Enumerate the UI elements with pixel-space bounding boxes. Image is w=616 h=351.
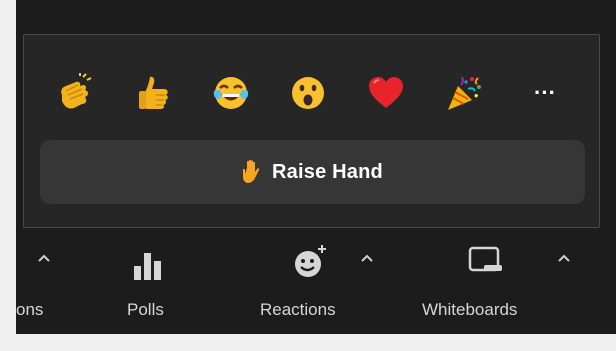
more-reactions-button[interactable]: ··· (519, 67, 571, 119)
polls-label: Polls (127, 300, 164, 319)
thumbs-up-emoji-icon (139, 76, 168, 109)
whiteboards-label: Whiteboards (422, 300, 518, 319)
thumbs-up-reaction-button[interactable] (128, 67, 180, 119)
emoji-reaction-row: ··· (24, 35, 599, 145)
tears-of-joy-reaction-button[interactable] (205, 67, 257, 119)
whiteboards-caret-icon[interactable] (558, 254, 570, 262)
open-mouth-emoji-icon (292, 77, 324, 109)
left-light-edge (0, 0, 16, 351)
tears-of-joy-emoji-icon (213, 77, 249, 109)
raise-hand-label: Raise Hand (272, 160, 383, 183)
meeting-toolbar: ons Polls Reactions Whiteboards (16, 232, 616, 334)
party-popper-reaction-button[interactable] (438, 67, 490, 119)
more-icon: ··· (534, 80, 556, 105)
party-popper-emoji-icon (448, 76, 481, 110)
polls-icon (134, 253, 161, 280)
reactions-caret-icon[interactable] (361, 254, 373, 262)
partial-toolbar-item[interactable]: ons (16, 232, 60, 334)
clap-emoji-icon (61, 73, 92, 109)
reactions-label: Reactions (260, 300, 336, 319)
raised-hand-icon (243, 159, 260, 183)
reactions-smiley-icon (295, 245, 326, 277)
toolbar-whiteboards[interactable]: Whiteboards (416, 232, 566, 334)
raise-hand-button[interactable]: Raise Hand (40, 140, 585, 204)
toolbar-reactions[interactable]: Reactions (252, 232, 366, 334)
toolbar-polls[interactable]: Polls (116, 232, 186, 334)
heart-emoji-icon (369, 77, 403, 108)
heart-reaction-button[interactable] (360, 67, 412, 119)
open-mouth-reaction-button[interactable] (282, 67, 334, 119)
whiteboard-icon (468, 246, 502, 272)
reactions-popup: ··· Raise Hand (23, 34, 600, 228)
caret-up-icon[interactable] (38, 254, 50, 262)
clap-reaction-button[interactable] (50, 67, 102, 119)
partial-toolbar-label: ons (16, 300, 44, 319)
bottom-light-edge (0, 334, 616, 351)
